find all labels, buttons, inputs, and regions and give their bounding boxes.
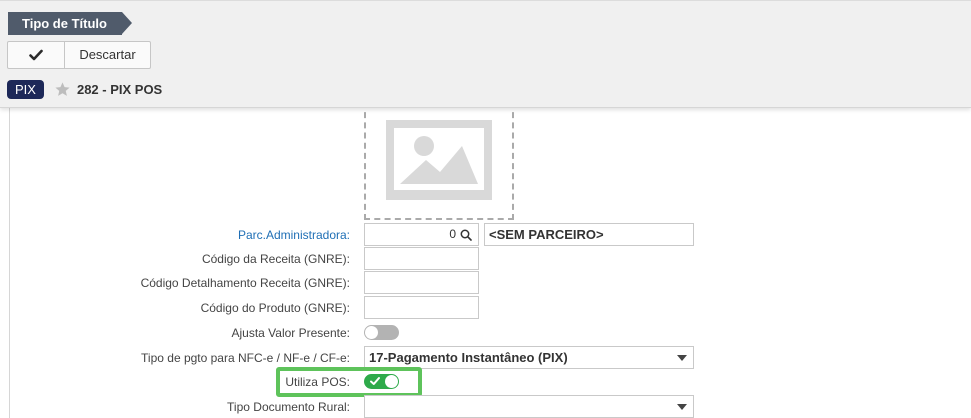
confirm-button[interactable] (8, 42, 65, 68)
star-icon[interactable] (54, 81, 71, 98)
toggle-knob (365, 326, 378, 339)
tipo-doc-rural-select[interactable] (364, 395, 694, 418)
tipo-pgto-value: 17-Pagamento Instantâneo (PIX) (369, 350, 568, 365)
codigo-produto-label: Código do Produto (GNRE): (200, 301, 350, 315)
form-area: Parc.Administradora: 0 <SEM PARCEIRO> Có… (9, 102, 971, 418)
codigo-produto-input[interactable] (364, 296, 479, 319)
record-header: PIX 282 - PIX POS (7, 79, 162, 99)
record-badge: PIX (7, 79, 44, 99)
codigo-detalhamento-input[interactable] (364, 271, 479, 294)
codigo-receita-input[interactable] (364, 247, 479, 270)
parc-admin-value: 0 (449, 227, 456, 241)
chevron-down-icon (677, 355, 687, 361)
tipo-pgto-label: Tipo de pgto para NFC-e / NF-e / CF-e: (141, 351, 350, 365)
codigo-receita-label: Código da Receita (GNRE): (201, 252, 350, 266)
search-icon[interactable] (460, 229, 472, 241)
check-icon (29, 49, 43, 61)
parc-admin-input[interactable]: 0 (364, 223, 479, 246)
image-icon (386, 120, 492, 200)
top-panel: Tipo de Título Descartar PIX 282 - PIX P… (0, 0, 971, 108)
toolbar: Descartar (7, 41, 151, 69)
record-title: 282 - PIX POS (76, 81, 163, 97)
top-border (0, 0, 971, 1)
highlight-box (276, 367, 422, 397)
chevron-down-icon (677, 404, 687, 410)
image-placeholder[interactable] (364, 102, 514, 220)
discard-button[interactable]: Descartar (65, 42, 150, 68)
codigo-detalhamento-label: Código Detalhamento Receita (GNRE): (140, 276, 350, 290)
partner-name-field: <SEM PARCEIRO> (484, 223, 694, 246)
ajusta-valor-toggle[interactable] (364, 325, 399, 340)
parc-admin-label[interactable]: Parc.Administradora: (238, 228, 350, 242)
ajusta-valor-label: Ajusta Valor Presente: (231, 326, 350, 340)
tipo-doc-rural-label: Tipo Documento Rural: (227, 400, 350, 414)
tipo-pgto-select[interactable]: 17-Pagamento Instantâneo (PIX) (364, 346, 694, 369)
breadcrumb[interactable]: Tipo de Título (8, 12, 132, 35)
